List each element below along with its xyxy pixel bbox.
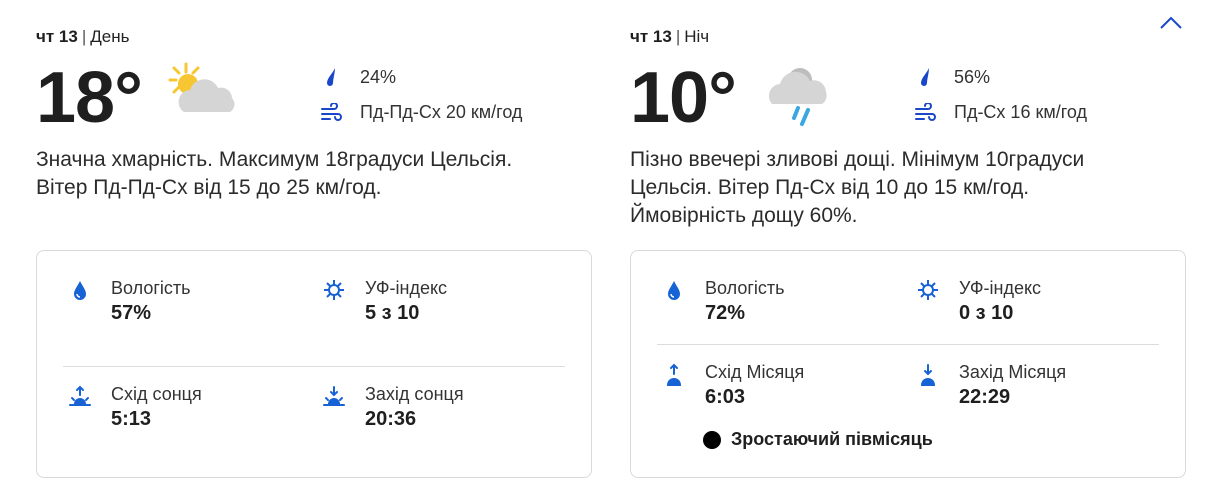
sunrise-item: Схід сонця 5:13 [67,383,202,433]
moonrise-icon [661,363,687,389]
forecast-description: Пізно ввечері зливові дощі. Мінімум 10гр… [630,148,1085,227]
moon-phase-icon [703,430,721,449]
moonrise-item: Схід Місяця 6:03 [661,361,804,411]
day-forecast-panel: чт 13 | День 18° 24% Пд-Пд-Сх 20 км/год Зн… [36,0,596,498]
raindrop-icon [914,66,936,88]
forecast-description: Значна хмарність. Максимум 18градуси Цел… [36,148,513,199]
precipitation-stat: 56% [914,64,990,90]
details-divider [63,366,565,367]
uv-value: 5 з 10 [365,302,420,324]
humidity-value: 72% [705,302,746,324]
moonset-item: Захід Місяця 22:29 [915,361,1066,411]
moonrise-value: 6:03 [705,386,746,408]
humidity-drop-icon [661,279,687,305]
sunset-icon [321,385,347,411]
sunrise-value: 5:13 [111,408,152,430]
precipitation-stat: 24% [320,64,396,90]
period-label: Ніч [684,27,710,46]
details-divider [657,344,1159,345]
moonset-label: Захід Місяця [959,362,1067,382]
uv-label: УФ-індекс [365,278,448,298]
uv-sun-icon [321,279,347,305]
wind-icon [914,101,936,123]
night-forecast-panel: чт 13 | Ніч 10° 56% Пд-Сх 16 км/год Пізно … [630,0,1190,498]
humidity-label: Вологість [705,278,785,298]
details-card: Вологість 57% УФ-індекс 5 з 10 Схід сонц… [36,250,592,478]
uv-sun-icon [915,279,941,305]
raindrop-icon [320,66,342,88]
precipitation-value: 24% [360,66,397,87]
header-separator: | [675,27,681,46]
wind-value: Пд-Пд-Сх 20 км/год [360,101,523,122]
moonset-icon [915,363,941,389]
wind-stat: Пд-Сх 16 км/год [914,99,1087,125]
humidity-label: Вологість [111,278,191,298]
temperature: 10° [630,58,737,138]
partly-cloudy-icon [168,62,235,112]
humidity-value: 57% [111,302,152,324]
sunset-value: 20:36 [365,408,417,430]
sunset-label: Захід сонця [365,384,464,404]
sunrise-label: Схід сонця [111,384,202,404]
rain-showers-icon [768,68,827,126]
wind-value: Пд-Сх 16 км/год [954,101,1087,122]
sunrise-icon [67,385,93,411]
temperature: 18° [36,58,143,138]
moon-phase-label: Зростаючий півмісяць [731,429,933,449]
uv-value: 0 з 10 [959,302,1014,324]
day-name: чт 13 [630,27,672,46]
precipitation-value: 56% [954,66,991,87]
wind-stat: Пд-Пд-Сх 20 км/год [320,99,522,125]
day-name: чт 13 [36,27,78,46]
details-card: Вологість 72% УФ-індекс 0 з 10 Схід Міся… [630,250,1186,478]
period-header: чт 13 | Ніч [630,27,709,47]
uv-label: УФ-індекс [959,278,1042,298]
period-header: чт 13 | День [36,27,129,47]
wind-icon [320,101,342,123]
humidity-item: Вологість 57% [67,277,191,327]
header-separator: | [81,27,87,46]
moonrise-label: Схід Місяця [705,362,805,382]
moon-phase: Зростаючий півмісяць [703,429,933,450]
humidity-drop-icon [67,279,93,305]
uv-index-item: УФ-індекс 5 з 10 [321,277,447,327]
sunset-item: Захід сонця 20:36 [321,383,464,433]
period-label: День [90,27,130,46]
moonset-value: 22:29 [959,386,1011,408]
humidity-item: Вологість 72% [661,277,785,327]
uv-index-item: УФ-індекс 0 з 10 [915,277,1041,327]
